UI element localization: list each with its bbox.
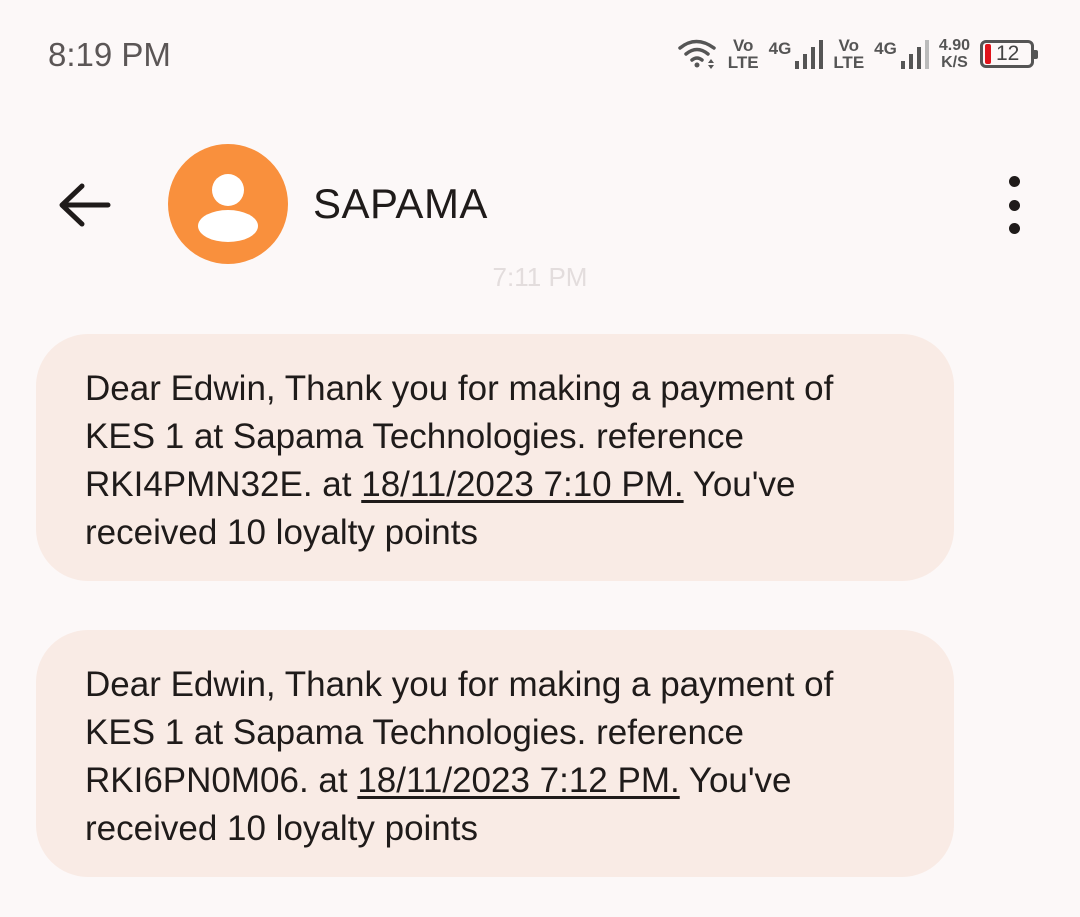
person-icon <box>198 174 258 242</box>
message-date-link[interactable]: 18/11/2023 7:10 PM. <box>361 465 683 504</box>
contact-name[interactable]: SAPAMA <box>313 180 488 228</box>
menu-dot <box>1008 223 1020 234</box>
system-icons: Vo LTE 4G Vo LTE 4G 4.90 K/S 12 <box>678 34 1038 74</box>
wifi-icon <box>678 39 716 69</box>
signal-sim1: 4G <box>769 39 824 69</box>
signal-sim2: 4G <box>874 39 929 69</box>
status-bar: 8:19 PM Vo LTE 4G Vo LTE 4G 4.90 K/S 12 <box>0 0 1080 110</box>
network-speed: 4.90 K/S <box>938 37 970 71</box>
menu-dot <box>1008 199 1020 211</box>
back-arrow-icon[interactable] <box>52 178 116 232</box>
message-bubble[interactable]: Dear Edwin, Thank you for making a payme… <box>36 630 954 877</box>
more-vert-icon[interactable] <box>996 176 1032 234</box>
battery-level: 12 <box>996 42 1020 65</box>
message-bubble[interactable]: Dear Edwin, Thank you for making a payme… <box>36 334 954 581</box>
battery-icon: 12 <box>980 40 1038 68</box>
message-timestamp: 7:11 PM <box>492 262 588 292</box>
volte-badge-1: Vo LTE <box>727 36 759 72</box>
avatar[interactable] <box>168 144 288 264</box>
conversation-header: SAPAMA <box>0 140 1080 270</box>
battery-fill <box>985 44 991 64</box>
volte-badge-2: Vo LTE <box>833 36 865 72</box>
signal-icon <box>900 40 929 69</box>
message-date-link[interactable]: 18/11/2023 7:12 PM. <box>357 761 679 800</box>
status-time: 8:19 PM <box>48 36 171 73</box>
menu-dot <box>1008 176 1020 187</box>
signal-icon <box>795 40 824 69</box>
